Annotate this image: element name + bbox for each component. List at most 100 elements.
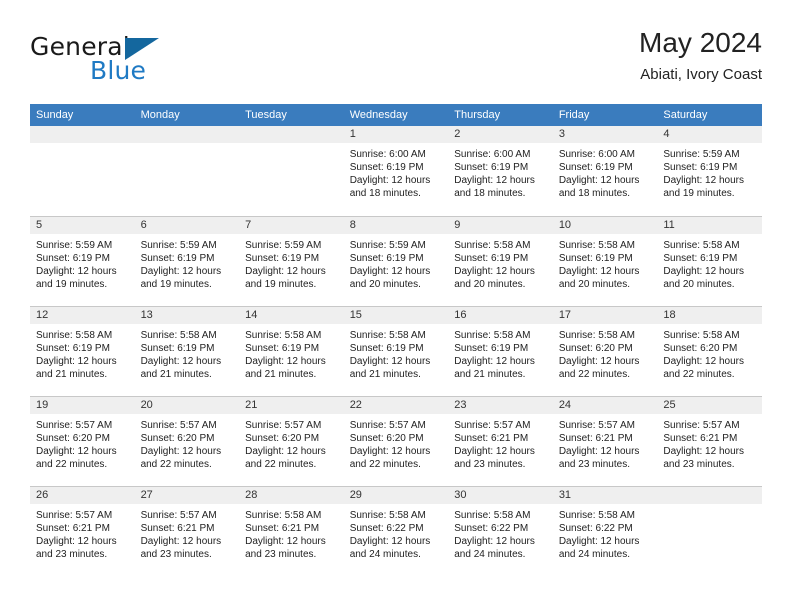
daylight-text: Daylight: 12 hours — [349, 536, 431, 547]
day-cell-inner: 21 Sunrise: 5:57 AM Sunset: 6:20 PM Dayligh… — [239, 396, 344, 486]
daylight-text-cont: and 18 minutes. — [454, 188, 526, 199]
calendar-day-cell[interactable]: 22 Sunrise: 5:57 AM Sunset: 6:20 PM Dayligh… — [343, 396, 449, 486]
calendar-day-cell[interactable]: 17 Sunrise: 5:58 AM Sunset: 6:20 PM Dayligh… — [552, 306, 658, 396]
calendar-day-cell[interactable]: 12 Sunrise: 5:58 AM Sunset: 6:19 PM Dayligh… — [30, 306, 135, 396]
calendar-day-cell[interactable]: 25 Sunrise: 5:57 AM Sunset: 6:21 PM Dayligh… — [657, 396, 762, 486]
day-cell-inner: 15 Sunrise: 5:58 AM Sunset: 6:19 PM Dayligh… — [343, 306, 449, 396]
sunset-text: Sunset: 6:19 PM — [140, 253, 215, 264]
calendar-day-cell[interactable]: 28 Sunrise: 5:58 AM Sunset: 6:21 PM Dayligh… — [239, 486, 344, 576]
calendar-day-cell[interactable]: 11 Sunrise: 5:58 AM Sunset: 6:19 PM Dayligh… — [657, 216, 762, 306]
daylight-text: Daylight: 12 hours — [36, 266, 117, 277]
sunrise-text: Sunrise: 5:58 AM — [663, 240, 740, 251]
daylight-text-cont: and 23 minutes. — [558, 459, 630, 470]
sunset-text: Sunset: 6:19 PM — [349, 253, 424, 264]
calendar-day-cell[interactable]: 10 Sunrise: 5:58 AM Sunset: 6:19 PM Dayligh… — [552, 216, 658, 306]
sunset-text: Sunset: 6:19 PM — [349, 343, 424, 354]
day-cell-details: Sunrise: 5:58 AM Sunset: 6:19 PM Daylight:… — [448, 234, 553, 291]
daylight-text: Daylight: 12 hours — [349, 446, 431, 457]
day-cell-inner: 9 Sunrise: 5:58 AM Sunset: 6:19 PM Daylight… — [448, 216, 553, 306]
weekday-header-friday: Friday — [552, 104, 658, 126]
daylight-text-cont: and 18 minutes. — [349, 188, 421, 199]
calendar-day-cell[interactable]: 18 Sunrise: 5:58 AM Sunset: 6:20 PM Dayligh… — [657, 306, 762, 396]
calendar-day-cell[interactable]: 4 Sunrise: 5:59 AM Sunset: 6:19 PM Daylight… — [657, 126, 762, 216]
general-blue-logo[interactable]: General Blue — [30, 32, 250, 94]
sunrise-text: Sunrise: 5:58 AM — [36, 330, 113, 341]
day-cell-details: Sunrise: 5:59 AM Sunset: 6:19 PM Daylight:… — [135, 234, 240, 291]
calendar-day-cell[interactable]: 16 Sunrise: 5:58 AM Sunset: 6:19 PM Dayligh… — [448, 306, 553, 396]
calendar-day-cell[interactable]: 26 Sunrise: 5:57 AM Sunset: 6:21 PM Dayligh… — [30, 486, 135, 576]
calendar-day-cell-empty — [134, 126, 240, 216]
daylight-text: Daylight: 12 hours — [454, 446, 535, 457]
sunset-text: Sunset: 6:19 PM — [663, 253, 738, 264]
sunrise-text: Sunrise: 5:59 AM — [663, 149, 740, 160]
calendar-day-cell[interactable]: 6 Sunrise: 5:59 AM Sunset: 6:19 PM Daylight… — [134, 216, 240, 306]
calendar-day-cell[interactable]: 5 Sunrise: 5:59 AM Sunset: 6:19 PM Daylight… — [30, 216, 135, 306]
sunrise-text: Sunrise: 5:59 AM — [140, 240, 217, 251]
sunset-text: Sunset: 6:19 PM — [36, 343, 110, 354]
calendar-day-cell[interactable]: 27 Sunrise: 5:57 AM Sunset: 6:21 PM Dayligh… — [134, 486, 240, 576]
daylight-text: Daylight: 12 hours — [663, 356, 744, 367]
sunrise-text: Sunrise: 5:57 AM — [245, 420, 322, 431]
sunset-text: Sunset: 6:19 PM — [558, 162, 633, 173]
page-header: General Blue May 2024 Abiati, Ivory Coas… — [30, 26, 762, 96]
calendar-day-cell[interactable]: 23 Sunrise: 5:57 AM Sunset: 6:21 PM Dayligh… — [448, 396, 553, 486]
day-number: 5 — [30, 217, 135, 234]
day-cell-details: Sunrise: 5:58 AM Sunset: 6:22 PM Daylight:… — [344, 504, 449, 561]
day-cell-details: Sunrise: 5:57 AM Sunset: 6:21 PM Daylight:… — [553, 414, 658, 471]
day-number: 4 — [657, 126, 762, 143]
sunset-text: Sunset: 6:19 PM — [454, 253, 529, 264]
day-number: 12 — [30, 307, 135, 324]
day-number: 7 — [239, 217, 344, 234]
day-number: 15 — [343, 307, 449, 324]
calendar-day-cell[interactable]: 3 Sunrise: 6:00 AM Sunset: 6:19 PM Daylight… — [552, 126, 658, 216]
daylight-text: Daylight: 12 hours — [558, 446, 640, 457]
calendar-day-cell[interactable]: 14 Sunrise: 5:58 AM Sunset: 6:19 PM Dayligh… — [239, 306, 344, 396]
sunrise-text: Sunrise: 5:59 AM — [245, 240, 322, 251]
calendar-day-cell[interactable]: 31 Sunrise: 5:58 AM Sunset: 6:22 PM Dayligh… — [552, 486, 658, 576]
sunrise-text: Sunrise: 5:57 AM — [36, 420, 113, 431]
day-number: 10 — [552, 217, 658, 234]
calendar-day-cell[interactable]: 21 Sunrise: 5:57 AM Sunset: 6:20 PM Dayligh… — [239, 396, 344, 486]
daylight-text-cont: and 21 minutes. — [36, 369, 108, 380]
calendar-day-cell[interactable]: 13 Sunrise: 5:58 AM Sunset: 6:19 PM Dayligh… — [134, 306, 240, 396]
calendar-day-cell[interactable]: 30 Sunrise: 5:58 AM Sunset: 6:22 PM Dayligh… — [448, 486, 553, 576]
sunset-text: Sunset: 6:21 PM — [245, 523, 320, 534]
daylight-text-cont: and 24 minutes. — [349, 549, 421, 560]
sunrise-text: Sunrise: 5:58 AM — [558, 510, 635, 521]
day-cell-inner: 30 Sunrise: 5:58 AM Sunset: 6:22 PM Dayligh… — [448, 486, 553, 576]
day-cell-inner: 10 Sunrise: 5:58 AM Sunset: 6:19 PM Dayligh… — [552, 216, 658, 306]
sunrise-text: Sunrise: 5:57 AM — [140, 510, 217, 521]
calendar-day-cell[interactable]: 24 Sunrise: 5:57 AM Sunset: 6:21 PM Dayligh… — [552, 396, 658, 486]
daylight-text: Daylight: 12 hours — [245, 266, 326, 277]
day-cell-inner: 1 Sunrise: 6:00 AM Sunset: 6:19 PM Daylight… — [343, 126, 449, 216]
daylight-text: Daylight: 12 hours — [140, 356, 222, 367]
daylight-text: Daylight: 12 hours — [36, 536, 117, 547]
calendar-day-cell[interactable]: 9 Sunrise: 5:58 AM Sunset: 6:19 PM Daylight… — [448, 216, 553, 306]
day-number: 21 — [239, 397, 344, 414]
daylight-text: Daylight: 12 hours — [245, 446, 326, 457]
sunset-text: Sunset: 6:19 PM — [245, 253, 320, 264]
daylight-text-cont: and 20 minutes. — [558, 279, 630, 290]
daylight-text: Daylight: 12 hours — [663, 175, 744, 186]
calendar-day-cell[interactable]: 2 Sunrise: 6:00 AM Sunset: 6:19 PM Daylight… — [448, 126, 553, 216]
day-cell-details: Sunrise: 5:57 AM Sunset: 6:20 PM Daylight:… — [239, 414, 344, 471]
calendar-day-cell[interactable]: 19 Sunrise: 5:57 AM Sunset: 6:20 PM Dayligh… — [30, 396, 135, 486]
day-number: 11 — [657, 217, 762, 234]
calendar-day-cell[interactable]: 8 Sunrise: 5:59 AM Sunset: 6:19 PM Daylight… — [343, 216, 449, 306]
calendar-day-cell[interactable]: 7 Sunrise: 5:59 AM Sunset: 6:19 PM Daylight… — [239, 216, 344, 306]
calendar-day-cell[interactable]: 1 Sunrise: 6:00 AM Sunset: 6:19 PM Daylight… — [343, 126, 449, 216]
calendar-day-cell[interactable]: 29 Sunrise: 5:58 AM Sunset: 6:22 PM Dayligh… — [343, 486, 449, 576]
day-number: 23 — [448, 397, 553, 414]
calendar-day-cell[interactable]: 20 Sunrise: 5:57 AM Sunset: 6:20 PM Dayligh… — [134, 396, 240, 486]
daylight-text-cont: and 22 minutes. — [140, 459, 212, 470]
page-subtitle: Abiati, Ivory Coast — [640, 66, 762, 83]
day-cell-inner: 2 Sunrise: 6:00 AM Sunset: 6:19 PM Daylight… — [448, 126, 553, 216]
daylight-text-cont: and 21 minutes. — [349, 369, 421, 380]
day-cell-details: Sunrise: 5:57 AM Sunset: 6:20 PM Daylight:… — [30, 414, 135, 471]
daylight-text: Daylight: 12 hours — [663, 266, 744, 277]
daylight-text-cont: and 18 minutes. — [558, 188, 630, 199]
sunrise-text: Sunrise: 5:57 AM — [454, 420, 531, 431]
sunset-text: Sunset: 6:22 PM — [558, 523, 633, 534]
calendar-day-cell[interactable]: 15 Sunrise: 5:58 AM Sunset: 6:19 PM Dayligh… — [343, 306, 449, 396]
sunset-text: Sunset: 6:21 PM — [454, 433, 529, 444]
